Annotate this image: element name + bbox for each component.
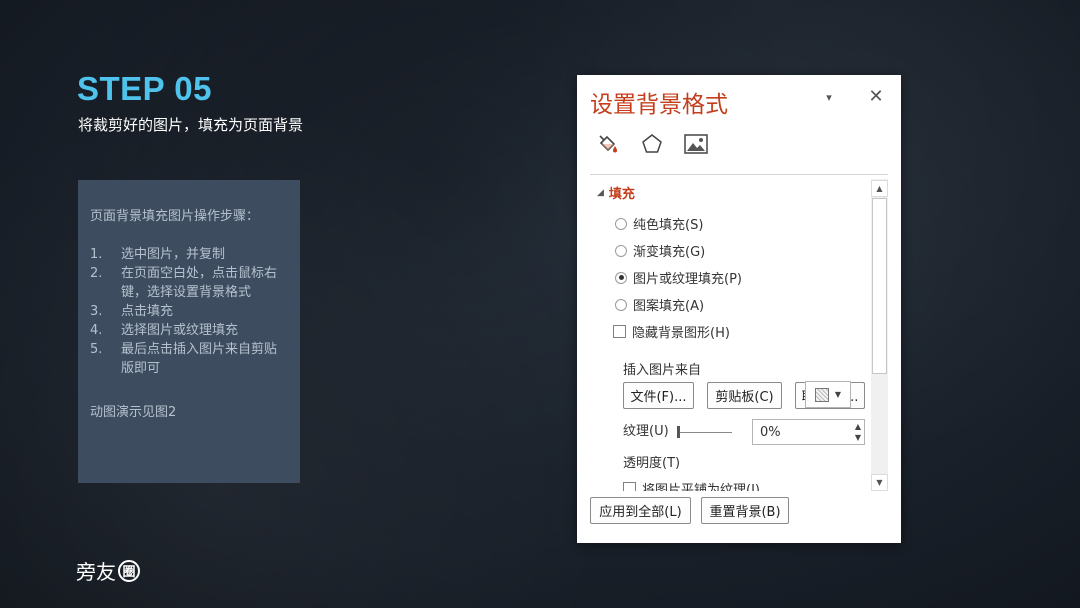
pane-scrollbar[interactable]: ▲ ▼ — [871, 179, 888, 491]
scroll-up-icon[interactable]: ▲ — [871, 180, 888, 197]
picture-icon — [684, 134, 708, 154]
list-item: 2. 在页面空白处，点击鼠标右键，选择设置背景格式 — [90, 266, 278, 300]
tab-fill[interactable] — [590, 131, 626, 169]
radio-circle-checked — [615, 271, 627, 284]
reset-background-button[interactable]: 重置背景(B) — [701, 497, 789, 524]
radio-solid-fill[interactable]: 纯色填充(S) — [615, 214, 703, 233]
radio-gradient-fill[interactable]: 渐变填充(G) — [615, 241, 705, 260]
tab-picture[interactable] — [683, 131, 709, 157]
list-item: 4. 选择图片或纹理填充 — [90, 323, 239, 338]
collapse-triangle-icon: ◢ — [597, 187, 604, 198]
texture-dropdown[interactable]: ▼ — [805, 381, 851, 408]
pane-title: 设置背景格式 — [590, 92, 728, 118]
close-icon[interactable]: ✕ — [867, 86, 885, 107]
transparency-slider-thumb[interactable] — [677, 426, 680, 438]
transparency-slider-track[interactable] — [677, 432, 732, 433]
radio-circle — [615, 298, 627, 311]
checkbox-box — [623, 482, 636, 491]
texture-label: 纹理(U) — [623, 424, 669, 439]
list-item: 3. 点击填充 — [90, 304, 174, 319]
insert-picture-from-label: 插入图片来自 — [623, 363, 702, 378]
section-fill-header[interactable]: ◢ 填充 — [597, 183, 635, 202]
list-item: 5. 最后点击插入图片来自剪贴版即可 — [90, 342, 278, 376]
format-background-pane: 设置背景格式 ▾ ✕ ◢ 填充 纯色填充(S) 渐变填充(G) 图片或纹理填充(… — [577, 75, 901, 543]
logo-text: 旁友 — [76, 560, 116, 584]
pane-tabs — [590, 131, 709, 169]
transparency-label: 透明度(T) — [623, 456, 681, 471]
tab-divider — [590, 174, 888, 175]
checkbox-tile-picture[interactable]: 将图片平铺为纹理(I) — [623, 479, 760, 491]
radio-circle — [615, 244, 627, 257]
step-title: STEP 05 — [77, 70, 212, 107]
steps-list: 1. 选中图片，并复制 2. 在页面空白处，点击鼠标右键，选择设置背景格式 3. 点击… — [90, 245, 288, 378]
spin-down-icon[interactable]: ▼ — [855, 432, 861, 443]
list-item: 1. 选中图片，并复制 — [90, 247, 226, 262]
scroll-thumb[interactable] — [872, 198, 887, 374]
pentagon-icon — [642, 134, 662, 153]
file-button[interactable]: 文件(F)... — [623, 382, 694, 409]
transparency-input[interactable]: 0% ▲ ▼ — [752, 419, 865, 445]
checkbox-hide-background-graphics[interactable]: 隐藏背景图形(H) — [613, 322, 730, 341]
pane-options-dropdown-icon[interactable]: ▾ — [821, 89, 837, 105]
spin-arrows[interactable]: ▲ ▼ — [855, 421, 861, 443]
instruction-box: 页面背景填充图片操作步骤： 1. 选中图片，并复制 2. 在页面空白处，点击鼠标右键… — [78, 180, 300, 483]
instruction-heading: 页面背景填充图片操作步骤： — [90, 209, 260, 224]
spin-up-icon[interactable]: ▲ — [855, 421, 861, 432]
brand-logo: 旁友 圈 — [76, 556, 140, 585]
texture-swatch — [814, 387, 829, 402]
chevron-down-icon: ▼ — [834, 390, 842, 399]
radio-circle — [615, 217, 627, 230]
clipboard-button[interactable]: 剪贴板(C) — [707, 382, 782, 409]
apply-to-all-button[interactable]: 应用到全部(L) — [590, 497, 691, 524]
tab-effects[interactable] — [639, 131, 665, 157]
demo-note: 动图演示见图2 — [90, 405, 177, 420]
radio-pattern-fill[interactable]: 图案填充(A) — [615, 295, 704, 314]
section-fill-label: 填充 — [608, 187, 635, 202]
step-subtitle: 将裁剪好的图片，填充为页面背景 — [78, 116, 304, 134]
radio-picture-texture-fill[interactable]: 图片或纹理填充(P) — [615, 268, 742, 287]
fill-bucket-icon — [599, 135, 617, 153]
scroll-down-icon[interactable]: ▼ — [871, 474, 888, 491]
logo-circle-char: 圈 — [118, 559, 140, 582]
checkbox-box — [613, 325, 626, 338]
